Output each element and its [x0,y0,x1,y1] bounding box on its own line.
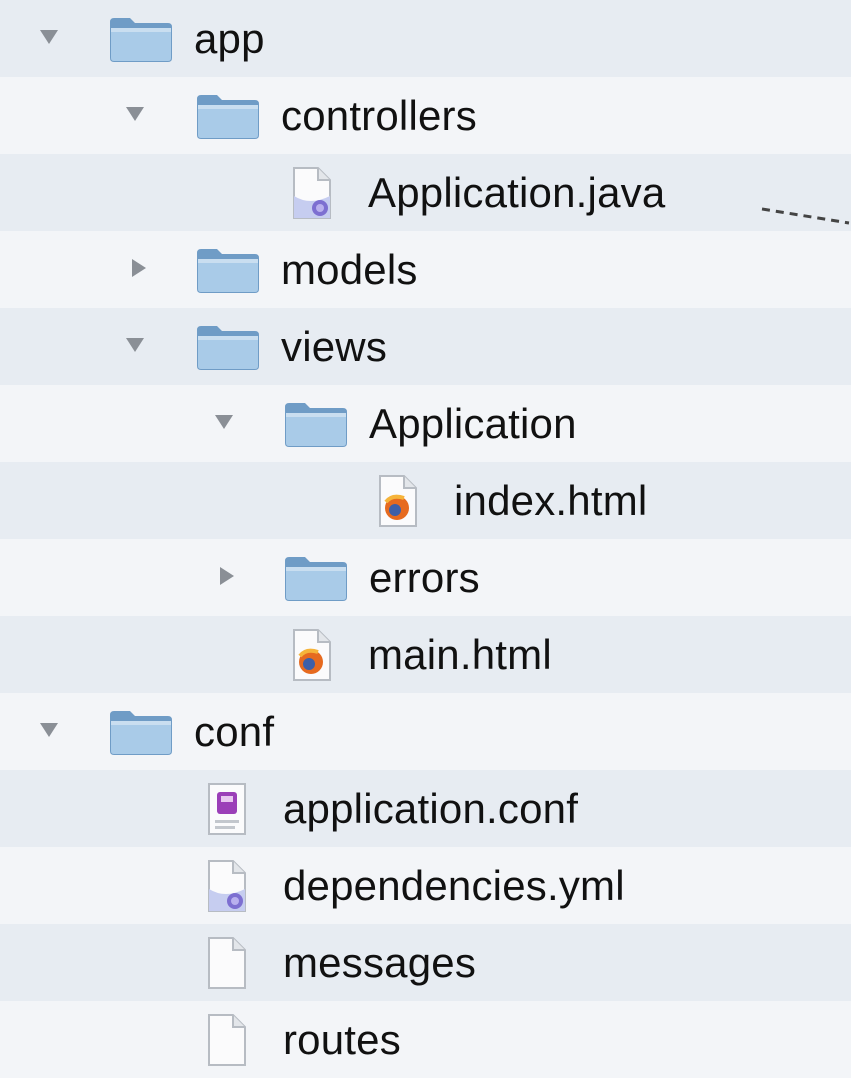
disclosure-triangle-down-icon[interactable] [38,719,60,741]
tree-row-application-conf[interactable]: application.conf [0,770,851,847]
tree-row-main-html[interactable]: main.html [0,616,851,693]
folder-icon [197,94,259,139]
disclosure-triangle-down-icon[interactable] [38,26,60,48]
tree-label: main.html [368,630,552,678]
folder-icon [285,556,347,601]
disclosure-triangle-down-icon[interactable] [213,411,235,433]
tree-label: views [281,322,388,370]
folder-icon [197,325,259,370]
tree-label: Application.java [368,168,666,216]
folder-icon [110,710,172,755]
tree-row-application-folder[interactable]: Application [0,385,851,462]
tree-label: messages [283,938,477,986]
tree-label: app [194,14,265,62]
tree-row-errors[interactable]: errors [0,539,851,616]
tree-row-app[interactable]: app [0,0,851,77]
disclosure-triangle-down-icon[interactable] [124,103,146,125]
tree-label: index.html [454,476,648,524]
yml-file-icon [208,859,246,912]
tree-row-index-html[interactable]: index.html [0,462,851,539]
folder-icon [285,402,347,447]
folder-icon [197,248,259,293]
html-file-icon [379,474,417,527]
folder-icon [110,17,172,62]
html-file-icon [293,628,331,681]
tree-row-dependencies-yml[interactable]: dependencies.yml [0,847,851,924]
document-icon [208,1013,246,1066]
tree-label: Application [369,399,577,447]
tree-label: application.conf [283,784,579,832]
disclosure-triangle-down-icon[interactable] [124,334,146,356]
tree-row-models[interactable]: models [0,231,851,308]
disclosure-triangle-right-icon[interactable] [128,257,150,279]
callout-leader-line [761,207,850,225]
document-icon [208,936,246,989]
tree-row-conf[interactable]: conf [0,693,851,770]
tree-label: routes [283,1015,401,1063]
tree-row-controllers[interactable]: controllers [0,77,851,154]
tree-row-application-java[interactable]: Application.java [0,154,851,231]
conf-file-icon [208,782,246,835]
tree-label: dependencies.yml [283,861,625,909]
tree-row-messages[interactable]: messages [0,924,851,1001]
tree-label: conf [194,707,275,755]
tree-row-routes[interactable]: routes [0,1001,851,1078]
tree-label: models [281,245,418,293]
disclosure-triangle-right-icon[interactable] [216,565,238,587]
file-tree-panel: app controllers Application.java models [0,0,851,1078]
tree-row-views[interactable]: views [0,308,851,385]
java-file-icon [293,166,331,219]
tree-label: errors [369,553,480,601]
tree-label: controllers [281,91,477,139]
